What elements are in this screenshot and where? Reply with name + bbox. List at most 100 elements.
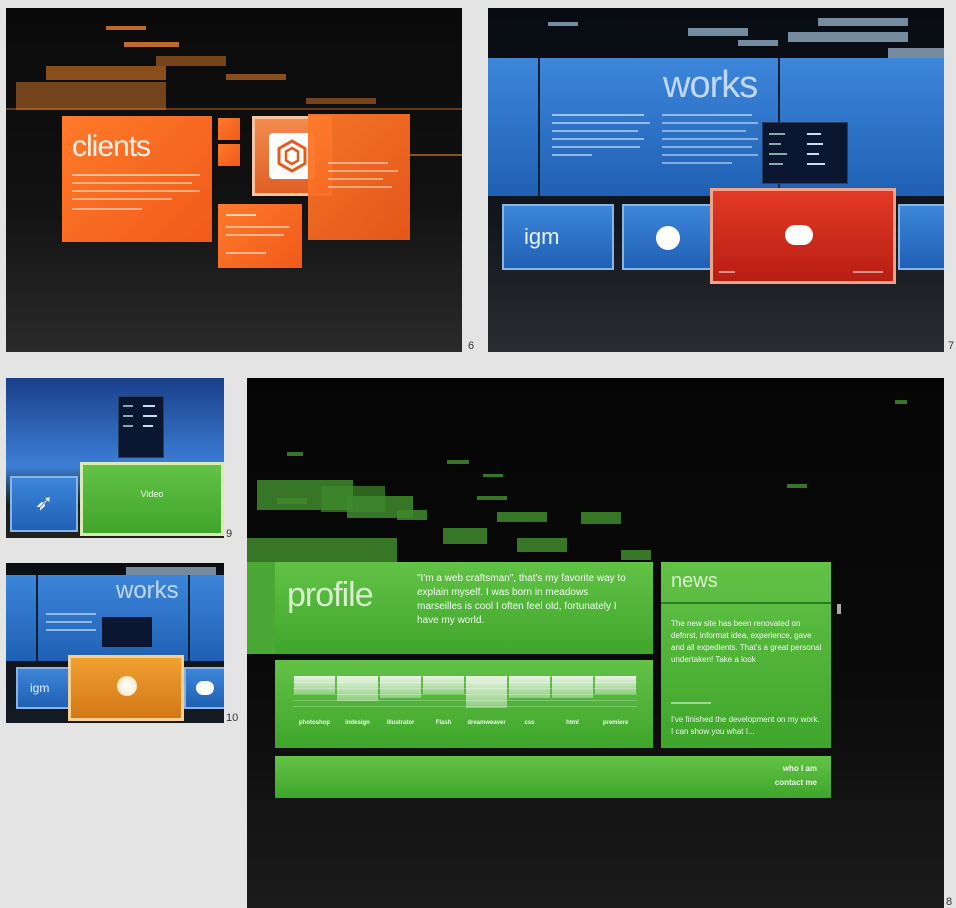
decor-fragment	[738, 40, 778, 46]
decor-fragment	[818, 18, 908, 26]
sun-icon	[117, 676, 137, 696]
text-line	[143, 425, 153, 427]
skill-bar	[552, 676, 593, 698]
text-line	[662, 162, 732, 164]
text-line	[46, 629, 96, 631]
text-line	[719, 271, 735, 273]
screenshot-profile: profile "I'm a web craftsman", that's my…	[247, 378, 944, 908]
text-line	[552, 154, 592, 156]
work-tile-ball[interactable]	[622, 204, 714, 270]
work-tile[interactable]: ➶	[10, 476, 78, 532]
decor-fragment	[787, 484, 807, 488]
news-item[interactable]: I've finished the development on my work…	[671, 714, 823, 738]
nav-who-i-am[interactable]: who I am	[783, 764, 817, 773]
info-tooltip	[118, 396, 164, 458]
text-line	[807, 163, 825, 165]
decor-fragment	[306, 98, 376, 104]
nav-contact-me[interactable]: contact me	[775, 778, 817, 787]
text-line	[807, 153, 819, 155]
work-tile-video[interactable]: Video	[80, 462, 224, 536]
client-info-card[interactable]	[308, 114, 410, 240]
skill-label: css	[524, 720, 535, 726]
text-line	[662, 122, 758, 124]
divider	[36, 575, 38, 661]
text-line	[226, 234, 284, 236]
news-card: news The new site has been renovated on …	[661, 562, 831, 748]
works-title: works	[663, 64, 758, 106]
text-line	[226, 214, 256, 216]
text-line	[662, 146, 752, 148]
text-line	[552, 122, 650, 124]
text-line	[72, 198, 172, 200]
text-line	[769, 133, 785, 135]
client-detail-card[interactable]	[218, 204, 302, 268]
text-line	[769, 143, 781, 145]
decor-fragment	[226, 74, 286, 80]
news-item[interactable]: The new site has been renovated on defnr…	[671, 618, 823, 666]
skills-card: photoshop indesign illustrator Flash dreamwe…	[275, 660, 653, 748]
screenshot-clients: clients	[6, 8, 462, 352]
skill-bar	[294, 676, 335, 694]
work-tile-selected[interactable]	[710, 188, 896, 284]
figure-number-9: 9	[226, 528, 233, 540]
igm-logo: igm	[30, 681, 50, 695]
decor-fragment	[497, 512, 547, 522]
work-tile[interactable]	[898, 204, 944, 270]
profile-intro: "I'm a web craftsman", that's my favorit…	[417, 573, 626, 626]
skill-bar	[595, 676, 636, 694]
client-tile[interactable]	[218, 118, 240, 140]
skill-label: photoshop	[299, 720, 330, 726]
work-tile-igm[interactable]: igm	[16, 667, 70, 709]
decor-line	[6, 108, 462, 110]
decor-fragment	[688, 28, 748, 36]
info-tooltip	[762, 122, 848, 184]
decor-fragment	[477, 496, 507, 500]
text-line	[807, 143, 823, 145]
text-line	[662, 138, 758, 140]
skill-label: illustrator	[386, 720, 415, 726]
text-line	[662, 130, 746, 132]
text-line	[328, 170, 398, 172]
work-tile[interactable]	[184, 667, 224, 709]
info-tooltip	[102, 617, 152, 647]
divider	[538, 58, 540, 196]
skill-bar	[380, 676, 421, 698]
screenshot-video: ➶ Video	[6, 378, 224, 538]
figure-number-6: 6	[468, 340, 475, 352]
skill-bar	[466, 676, 507, 708]
text-line	[72, 190, 200, 192]
work-tile-igm[interactable]: igm	[502, 204, 614, 270]
profile-card-edge	[247, 562, 275, 654]
text-line	[328, 162, 388, 164]
clients-card[interactable]: clients	[62, 116, 212, 242]
skill-label: Flash	[435, 720, 452, 726]
client-tile[interactable]	[218, 144, 240, 166]
decor-line	[406, 154, 462, 156]
decor-fragment	[517, 538, 567, 552]
bird-icon: ➶	[34, 490, 54, 515]
divider	[661, 602, 831, 604]
text-line	[662, 114, 752, 116]
scroll-handle[interactable]	[837, 604, 841, 614]
text-line	[328, 186, 392, 188]
decor-fragment	[788, 32, 908, 42]
text-line	[123, 415, 133, 417]
decor-fragment	[548, 22, 578, 26]
work-tile-selected[interactable]	[68, 655, 184, 721]
video-label: Video	[140, 489, 164, 499]
skill-label: premiere	[602, 720, 629, 726]
text-line	[46, 621, 92, 623]
divider	[188, 575, 190, 661]
decor-fragment	[16, 82, 166, 110]
profile-card: profile "I'm a web craftsman", that's my…	[275, 562, 653, 654]
decor-fragment	[443, 528, 487, 544]
text-line	[769, 163, 783, 165]
text-line	[226, 226, 290, 228]
text-line	[46, 613, 96, 615]
text-line	[123, 425, 133, 427]
igm-logo: igm	[524, 224, 560, 249]
decor-fragment	[397, 510, 427, 520]
decor-fragment	[106, 26, 146, 30]
cloud-icon	[196, 681, 214, 695]
skill-label: indesign	[345, 720, 370, 726]
